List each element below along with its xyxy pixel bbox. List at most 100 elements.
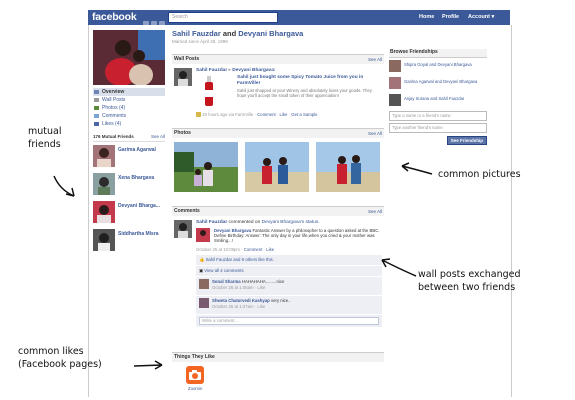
arrow-icon	[53, 175, 75, 197]
couple-photo-icon	[93, 30, 165, 85]
mutual-friends-see-all[interactable]: See All	[151, 134, 165, 139]
likes-list: Zoomin	[172, 362, 384, 392]
list-item[interactable]: Anjay Surana and Sahil Fauzdar	[389, 94, 487, 109]
comment-input[interactable]: Write a comment...	[199, 317, 379, 325]
arrow-icon	[133, 360, 163, 370]
friend-name[interactable]: Xena Bhargava	[118, 175, 154, 181]
avatar	[389, 94, 401, 106]
avatar	[199, 279, 209, 289]
photos-grid	[172, 138, 384, 198]
story-author[interactable]: Sahil Fauzdar	[196, 220, 227, 225]
nav-likes[interactable]: Likes (4)	[93, 120, 165, 128]
view-all-comments[interactable]: ▣ View all 4 comments	[196, 266, 382, 277]
avatar	[199, 298, 209, 308]
comment-link[interactable]: Comment	[257, 112, 276, 117]
nav-account[interactable]: Account ▾	[468, 10, 494, 25]
person1-link[interactable]: Sahil Fauzdar	[172, 29, 221, 38]
post-author[interactable]: Sahil Fauzdar	[196, 68, 227, 73]
friend-name[interactable]: Siddhartha Misra	[118, 231, 159, 237]
avatar	[389, 77, 401, 89]
nav-wall-posts[interactable]: Wall Posts	[93, 96, 165, 104]
browse-friendships: Browse Friendships Shipra Goyal and Devy…	[389, 49, 487, 145]
photo-thumbnail[interactable]	[174, 142, 238, 192]
comment-thread: 👍 Sahil Fauzdar and 9 others like this. …	[196, 255, 382, 328]
juice-bottle-icon	[205, 76, 213, 106]
profile-nav: Overview Wall Posts Photos (4) Comments …	[93, 88, 165, 128]
other-friend-input[interactable]: Type another friend's name	[389, 123, 487, 133]
friend-name[interactable]: Devyani Bharga...	[118, 203, 160, 209]
annotation-mutual-friends: mutual friends	[28, 126, 62, 150]
status-meta: October 25 at 10:09pm · Comment · Like	[196, 247, 275, 252]
friend-name-input[interactable]: Type a name or a friend's name	[389, 111, 487, 121]
list-item: Sonal Sharma HAHAHAHA.........nice Octob…	[196, 277, 382, 296]
overview-icon	[94, 90, 99, 94]
avatar	[93, 173, 115, 195]
wall-posts-see-all[interactable]: See All	[368, 55, 382, 64]
search-input[interactable]: Search	[168, 12, 278, 23]
status-text: Devyani Bhargava Fantastic Answer by a p…	[214, 228, 380, 243]
avatar	[389, 60, 401, 72]
main-column: Sahil Fauzdar and Devyani Bhargava Marri…	[172, 29, 384, 392]
nav-home[interactable]: Home	[419, 10, 434, 25]
list-item[interactable]: Xena Bhargava	[93, 173, 165, 198]
avatar	[93, 201, 115, 223]
see-friendship-button[interactable]: See Friendship	[446, 136, 487, 145]
nav-overview[interactable]: Overview	[93, 88, 165, 96]
person2-link[interactable]: Devyani Bhargava	[238, 29, 303, 38]
like-link[interactable]: Like	[266, 247, 274, 252]
post-meta: 20 hours ago via FarmVille · Comment · L…	[196, 112, 318, 118]
zoomin-camera-icon[interactable]	[186, 366, 204, 384]
avatar	[196, 228, 210, 242]
story-target[interactable]: Devyani Bhargava's status.	[262, 220, 320, 225]
list-item[interactable]: Shipra Goyal and Devyani Bhargava	[389, 60, 487, 75]
comments-icon	[94, 114, 99, 118]
list-item[interactable]: Devyani Bharga...	[93, 201, 165, 226]
comment-link[interactable]: Comment	[244, 247, 263, 252]
annotation-wall-posts: wall posts exchanged between two friends	[418, 269, 521, 293]
top-bar: facebook Search Home Profile Account ▾	[88, 10, 510, 27]
nav-photos[interactable]: Photos (4)	[93, 104, 165, 112]
browse-header: Browse Friendships	[389, 49, 487, 58]
friend-name[interactable]: Garima Agarwal	[118, 147, 156, 153]
farmville-icon	[196, 112, 201, 118]
likes-summary: 👍 Sahil Fauzdar and 9 others like this.	[196, 255, 382, 266]
avatar	[93, 229, 115, 251]
avatar	[174, 68, 192, 86]
avatar	[174, 220, 192, 238]
post-body: Sahil just shopped at your Winery and ab…	[237, 88, 372, 98]
list-item[interactable]: Garima Agarwal	[93, 145, 165, 170]
photos-header: Photos See All	[172, 128, 384, 138]
wall-posts-header: Wall Posts See All	[172, 54, 384, 64]
nav-profile[interactable]: Profile	[442, 10, 459, 25]
comments-header: Comments See All	[172, 206, 384, 216]
list-item: Shweta Chaturvedi Kashyap very nice.. Oc…	[196, 296, 382, 315]
like-link[interactable]: Like	[280, 112, 288, 117]
comment-story: Sahil Fauzdar commented on Devyani Bharg…	[172, 216, 384, 336]
married-since: Married since April 26, 1999	[172, 39, 228, 44]
photos-see-all[interactable]: See All	[368, 129, 382, 138]
page-title: Sahil Fauzdar and Devyani Bhargava	[172, 29, 304, 38]
comment-input-row: Write a comment...	[196, 315, 382, 328]
post-headline[interactable]: Sahil just bought some Spicy Tomato Juic…	[237, 75, 382, 87]
annotation-common-pictures: common pictures	[438, 169, 521, 180]
like-page-name[interactable]: Zoomin	[188, 386, 202, 391]
facebook-logo[interactable]: facebook	[92, 10, 137, 25]
photo-thumbnail[interactable]	[245, 142, 309, 192]
wall-post: Sahil Fauzdar ▸ Devyani Bhargava: Sahil …	[172, 64, 384, 122]
arrow-icon	[401, 162, 433, 175]
list-item[interactable]: Siddhartha Misra	[93, 229, 165, 254]
profile-photo[interactable]	[93, 30, 165, 85]
thumbs-up-icon	[94, 122, 99, 126]
comments-see-all[interactable]: See All	[368, 207, 382, 216]
annotation-common-likes: common likes (Facebook pages)	[18, 346, 102, 370]
post-target[interactable]: Devyani Bhargava:	[232, 68, 275, 73]
photo-thumbnail[interactable]	[316, 142, 380, 192]
nav-comments[interactable]: Comments	[93, 112, 165, 120]
list-item[interactable]: Garima Agarwal and Devyani Bhargava	[389, 77, 487, 92]
arrow-icon	[381, 258, 417, 277]
avatar	[93, 145, 115, 167]
mutual-friends-header: 176 Mutual Friends See All	[93, 134, 165, 142]
photos-icon	[94, 106, 99, 110]
get-sample-link[interactable]: Get a Sample	[291, 112, 317, 117]
wall-icon	[94, 98, 99, 102]
